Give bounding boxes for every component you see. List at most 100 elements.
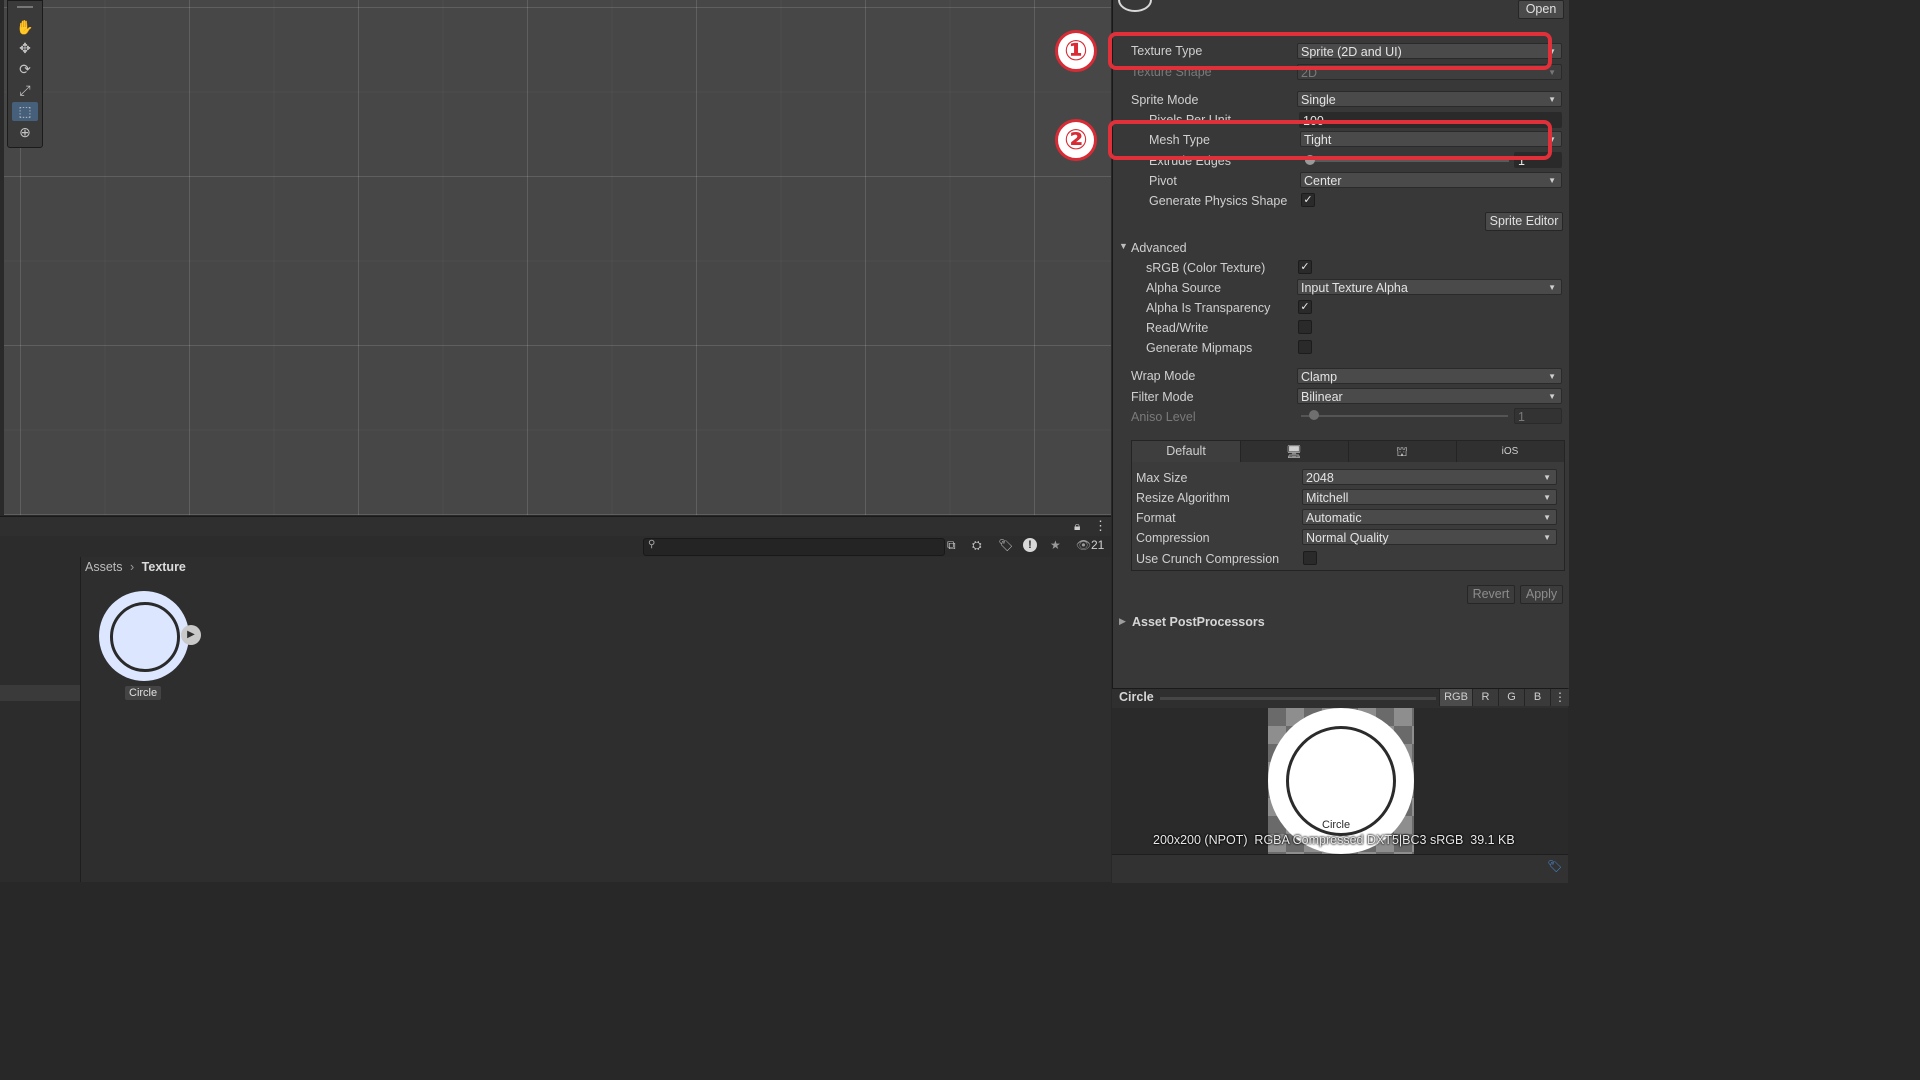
srgb-checkbox[interactable]: ✓ bbox=[1298, 260, 1312, 274]
channel-rgb-button[interactable]: RGB bbox=[1439, 689, 1472, 706]
format-label: Format bbox=[1136, 511, 1176, 525]
advanced-label[interactable]: Advanced bbox=[1131, 241, 1187, 255]
pivot-value: Center bbox=[1304, 174, 1342, 188]
pivot-dropdown[interactable]: Center ▼ bbox=[1300, 172, 1562, 188]
chevron-down-icon: ▼ bbox=[1548, 283, 1556, 292]
asset-postprocessors-foldout-icon[interactable]: ▶ bbox=[1119, 616, 1126, 627]
aniso-level-field: 1 bbox=[1514, 408, 1562, 424]
compression-dropdown[interactable]: Normal Quality ▼ bbox=[1302, 529, 1557, 545]
android-glyph-icon: ⛫ bbox=[1396, 444, 1408, 459]
preview-splitter-handle[interactable] bbox=[1160, 697, 1436, 700]
project-folder-selected[interactable] bbox=[0, 685, 80, 701]
circle-thumbnail-ring bbox=[110, 602, 180, 672]
resize-algorithm-dropdown[interactable]: Mitchell ▼ bbox=[1302, 489, 1557, 505]
project-folder-tree[interactable] bbox=[0, 557, 81, 882]
chevron-down-icon: ▼ bbox=[1548, 372, 1556, 381]
preview-info-text: 200x200 (NPOT) RGBA Compressed DXT5|BC3 … bbox=[1153, 833, 1515, 847]
alpha-source-dropdown[interactable]: Input Texture Alpha ▼ bbox=[1297, 279, 1562, 295]
read-write-checkbox[interactable] bbox=[1298, 320, 1312, 334]
sprite-editor-button[interactable]: Sprite Editor bbox=[1485, 212, 1563, 231]
compression-label: Compression bbox=[1136, 531, 1210, 545]
preview-footer bbox=[1112, 854, 1568, 883]
advanced-foldout-icon[interactable]: ▼ bbox=[1119, 241, 1128, 251]
hidden-count: 21 bbox=[1091, 538, 1105, 552]
breadcrumb-texture[interactable]: Texture bbox=[142, 560, 186, 574]
channel-b-button[interactable]: B bbox=[1524, 689, 1550, 706]
format-dropdown[interactable]: Automatic ▼ bbox=[1302, 509, 1557, 525]
chevron-down-icon: ▼ bbox=[1543, 533, 1551, 542]
favorite-star-icon[interactable]: ★ bbox=[1050, 538, 1061, 552]
scale-icon[interactable]: ⤢ bbox=[12, 81, 38, 100]
project-toolbar: 🔒︎ ⋮ bbox=[0, 516, 1111, 537]
hidden-packages-icon[interactable]: 👁︎ bbox=[1076, 538, 1091, 552]
search-input[interactable]: ⚲ bbox=[643, 538, 945, 556]
compression-value: Normal Quality bbox=[1306, 531, 1389, 545]
transform-icon[interactable]: ⊕ bbox=[12, 123, 38, 142]
generate-physics-shape-checkbox[interactable]: ✓ bbox=[1301, 193, 1315, 207]
aniso-level-slider bbox=[1301, 415, 1508, 417]
asset-circle-tile[interactable]: ▶ bbox=[97, 589, 201, 685]
label-tag-icon[interactable]: 🏷︎ bbox=[998, 538, 1013, 552]
resize-algorithm-label: Resize Algorithm bbox=[1136, 491, 1230, 505]
sprite-mode-dropdown[interactable]: Single ▼ bbox=[1297, 91, 1562, 107]
channel-g-button[interactable]: G bbox=[1498, 689, 1524, 706]
max-size-dropdown[interactable]: 2048 ▼ bbox=[1302, 469, 1557, 485]
breadcrumb-assets[interactable]: Assets bbox=[85, 560, 123, 574]
filter-by-label-icon[interactable]: ⛭ bbox=[972, 538, 982, 553]
preview-title: Circle bbox=[1119, 690, 1154, 704]
preview-more-icon[interactable]: ⋮ bbox=[1550, 689, 1569, 706]
highlight-texture-type bbox=[1108, 32, 1552, 70]
apply-button[interactable]: Apply bbox=[1520, 585, 1563, 604]
search-by-type-icon[interactable]: ⧉ bbox=[947, 538, 956, 553]
pivot-label: Pivot bbox=[1149, 174, 1177, 188]
scene-view[interactable] bbox=[0, 0, 1111, 515]
channel-r-button[interactable]: R bbox=[1472, 689, 1498, 706]
format-value: Automatic bbox=[1306, 511, 1362, 525]
breadcrumb: Assets › Texture bbox=[85, 559, 186, 575]
marker-1: ① bbox=[1055, 30, 1097, 72]
tab-ios[interactable]: iOS bbox=[1456, 441, 1564, 462]
max-size-label: Max Size bbox=[1136, 471, 1188, 485]
generate-mipmaps-checkbox[interactable] bbox=[1298, 340, 1312, 354]
alpha-is-transparency-checkbox[interactable]: ✓ bbox=[1298, 300, 1312, 314]
generate-physics-shape-label: Generate Physics Shape bbox=[1149, 194, 1288, 208]
project-asset-grid[interactable] bbox=[81, 557, 1111, 882]
asset-circle-label: Circle bbox=[125, 686, 162, 700]
sprite-mode-label: Sprite Mode bbox=[1131, 93, 1199, 107]
rotate-icon[interactable]: ⟳ bbox=[12, 60, 38, 79]
lock-icon[interactable]: 🔒︎ bbox=[1074, 519, 1080, 534]
circle-thumbnail bbox=[99, 591, 189, 681]
preview-image-label: Circle bbox=[1322, 819, 1351, 831]
tab-android[interactable]: ⛫ bbox=[1348, 441, 1457, 462]
use-crunch-label: Use Crunch Compression bbox=[1136, 552, 1280, 566]
toolbar-grip[interactable] bbox=[17, 6, 33, 8]
asset-postprocessors-label[interactable]: Asset PostProcessors bbox=[1132, 615, 1265, 629]
sprite-mode-value: Single bbox=[1301, 93, 1336, 107]
filter-mode-dropdown[interactable]: Bilinear ▼ bbox=[1297, 388, 1562, 404]
aniso-level-slider-handle bbox=[1309, 410, 1319, 420]
asset-bundle-tag-icon[interactable]: 🏷︎ bbox=[1547, 859, 1562, 873]
breadcrumb-separator-icon: › bbox=[130, 560, 135, 574]
hand-icon[interactable]: ✋ bbox=[12, 18, 38, 37]
more-icon[interactable]: ⋮ bbox=[1094, 518, 1107, 534]
scene-tools-toolbar: ✋ ✥ ⟳ ⤢ ⬚ ⊕ bbox=[7, 0, 43, 148]
filter-mode-label: Filter Mode bbox=[1131, 390, 1194, 404]
generate-mipmaps-label: Generate Mipmaps bbox=[1146, 341, 1253, 355]
search-icon: ⚲ bbox=[648, 539, 656, 550]
revert-button[interactable]: Revert bbox=[1467, 585, 1515, 604]
use-crunch-checkbox[interactable] bbox=[1303, 551, 1317, 565]
chevron-down-icon: ▼ bbox=[1543, 513, 1551, 522]
extrude-edges-slider[interactable] bbox=[1305, 160, 1509, 162]
rect-icon[interactable]: ⬚ bbox=[12, 102, 38, 121]
warning-icon[interactable]: ! bbox=[1023, 538, 1037, 552]
alpha-source-label: Alpha Source bbox=[1146, 281, 1222, 295]
chevron-down-icon: ▼ bbox=[1548, 176, 1556, 185]
tab-default[interactable]: Default bbox=[1132, 441, 1241, 462]
tab-standalone[interactable]: 🖥︎ bbox=[1240, 441, 1349, 462]
expand-sprite-icon[interactable]: ▶ bbox=[181, 625, 201, 645]
wrap-mode-value: Clamp bbox=[1301, 370, 1338, 384]
wrap-mode-dropdown[interactable]: Clamp ▼ bbox=[1297, 368, 1562, 384]
open-button[interactable]: Open bbox=[1518, 0, 1564, 19]
chevron-down-icon: ▼ bbox=[1548, 95, 1556, 104]
move-icon[interactable]: ✥ bbox=[12, 39, 38, 58]
